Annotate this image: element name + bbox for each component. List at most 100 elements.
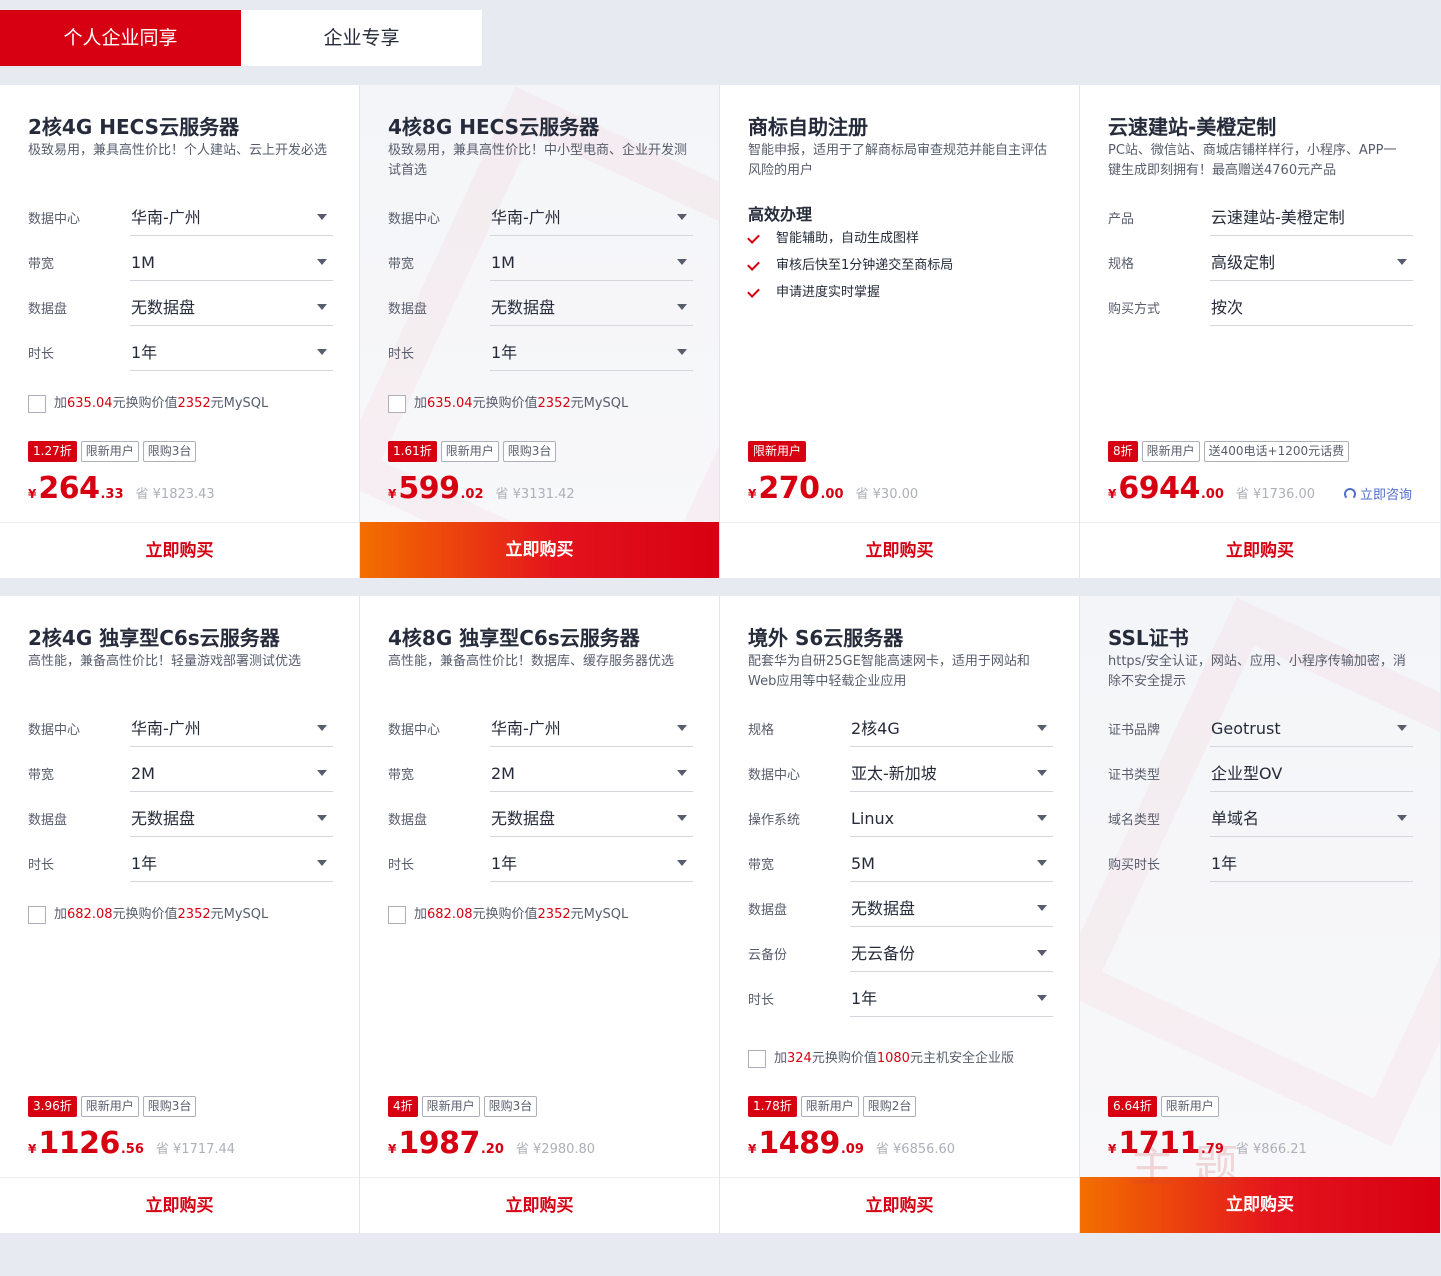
bandwidth-select[interactable]: 带宽 1M	[28, 245, 333, 281]
limit-badge: 限购3台	[483, 1096, 538, 1117]
datadisk-select[interactable]: 数据盘 无数据盘	[388, 290, 693, 326]
checkbox-box[interactable]	[388, 906, 406, 924]
bandwidth-select[interactable]: 带宽 2M	[28, 756, 333, 792]
field-value[interactable]: 华南-广州	[490, 711, 693, 747]
bandwidth-select[interactable]: 带宽 1M	[388, 245, 693, 281]
price-decimal: .33	[100, 487, 124, 502]
field-value[interactable]: 2M	[130, 756, 333, 792]
field-value[interactable]: 1年	[130, 846, 333, 882]
field-label: 带宽	[28, 768, 55, 783]
field-value[interactable]: 亚太-新加坡	[850, 756, 1053, 792]
addon-text: 加324元换购价值1080元主机安全企业版	[774, 1051, 1014, 1066]
buy-now-button[interactable]: 立即购买	[0, 522, 359, 578]
checkbox-box[interactable]	[388, 395, 406, 413]
os-select[interactable]: 操作系统 Linux	[748, 801, 1053, 837]
bandwidth-select[interactable]: 带宽 2M	[388, 756, 693, 792]
duration-select[interactable]: 时长 1年	[748, 981, 1053, 1017]
card-title: 商标自助注册	[748, 115, 868, 139]
field-label: 域名类型	[1108, 813, 1161, 828]
datacenter-select[interactable]: 数据中心 华南-广州	[388, 711, 693, 747]
product-card-trademark: 商标自助注册 智能申报，适用于了解商标局审查规范并能自主评估风险的用户 高效办理…	[720, 85, 1080, 578]
field-label: 时长	[748, 993, 775, 1008]
discount-badge: 4折	[388, 1096, 418, 1117]
duration-select[interactable]: 时长 1年	[28, 846, 333, 882]
field-value[interactable]: 1年	[850, 981, 1053, 1017]
field-value[interactable]: 1年	[490, 335, 693, 371]
field-value[interactable]: Linux	[850, 801, 1053, 837]
datacenter-select[interactable]: 数据中心 亚太-新加坡	[748, 756, 1053, 792]
field-value[interactable]: 1年	[490, 846, 693, 882]
chevron-down-icon	[1037, 770, 1047, 776]
spec-select[interactable]: 规格 2核4G	[748, 711, 1053, 747]
field-value[interactable]: Geotrust	[1210, 711, 1413, 747]
bandwidth-select[interactable]: 带宽 5M	[748, 846, 1053, 882]
field-value[interactable]: 高级定制	[1210, 245, 1413, 281]
field-label: 购买时长	[1108, 858, 1161, 873]
datadisk-select[interactable]: 数据盘 无数据盘	[28, 290, 333, 326]
datadisk-select[interactable]: 数据盘 无数据盘	[388, 801, 693, 837]
datacenter-select[interactable]: 数据中心 华南-广州	[388, 200, 693, 236]
checkbox-box[interactable]	[28, 395, 46, 413]
field-value[interactable]: 华南-广州	[490, 200, 693, 236]
buy-now-button[interactable]: 立即购买	[0, 1177, 359, 1233]
discount-badge: 1.61折	[388, 441, 437, 462]
datacenter-select[interactable]: 数据中心 华南-广州	[28, 200, 333, 236]
cert-type-field: 证书类型 企业型OV	[1108, 756, 1413, 792]
checkbox-box[interactable]	[748, 1050, 766, 1068]
tab-enterprise-only[interactable]: 企业专享	[241, 10, 482, 66]
field-value: 企业型OV	[1210, 756, 1413, 792]
datadisk-select[interactable]: 数据盘 无数据盘	[28, 801, 333, 837]
tab-personal-enterprise[interactable]: 个人企业同享	[0, 10, 241, 66]
buy-now-button[interactable]: 立即购买	[720, 1177, 1079, 1233]
currency-symbol: ¥	[388, 1142, 397, 1156]
card-title: 4核8G HECS云服务器	[388, 115, 600, 139]
checkbox-box[interactable]	[28, 906, 46, 924]
buy-now-button[interactable]: 立即购买	[720, 522, 1079, 578]
field-value-text: 1年	[491, 343, 518, 362]
field-value[interactable]: 5M	[850, 846, 1053, 882]
datadisk-select[interactable]: 数据盘 无数据盘	[748, 891, 1053, 927]
spec-select[interactable]: 规格 高级定制	[1108, 245, 1413, 281]
field-value[interactable]: 无数据盘	[850, 891, 1053, 927]
field-value[interactable]: 1M	[130, 245, 333, 281]
field-value-text: 2核4G	[851, 719, 900, 738]
field-value[interactable]: 1M	[490, 245, 693, 281]
save-amount: 省 ¥1823.43	[135, 487, 215, 502]
field-value-text: Linux	[851, 809, 895, 828]
field-label: 购买方式	[1108, 302, 1161, 317]
duration-select[interactable]: 时长 1年	[388, 846, 693, 882]
domain-type-select[interactable]: 域名类型 单域名	[1108, 801, 1413, 837]
field-value[interactable]: 1年	[130, 335, 333, 371]
field-label: 带宽	[388, 768, 415, 783]
card-title: 4核8G 独享型C6s云服务器	[388, 626, 640, 650]
field-value[interactable]: 2核4G	[850, 711, 1053, 747]
datacenter-select[interactable]: 数据中心 华南-广州	[28, 711, 333, 747]
duration-select[interactable]: 时长 1年	[28, 335, 333, 371]
field-value[interactable]: 无云备份	[850, 936, 1053, 972]
field-value[interactable]: 华南-广州	[130, 200, 333, 236]
field-value[interactable]: 2M	[490, 756, 693, 792]
cert-brand-select[interactable]: 证书品牌 Geotrust	[1108, 711, 1413, 747]
field-value[interactable]: 无数据盘	[130, 801, 333, 837]
price-decimal: .00	[1200, 487, 1224, 502]
badge-row: 1.27折 限新用户 限购3台	[28, 441, 197, 462]
field-value[interactable]: 无数据盘	[490, 290, 693, 326]
new-user-badge: 限新用户	[80, 1096, 139, 1117]
chevron-down-icon	[677, 770, 687, 776]
badge-row: 8折 限新用户 送400电话+1200元话费	[1108, 441, 1350, 462]
duration-select[interactable]: 时长 1年	[388, 335, 693, 371]
backup-select[interactable]: 云备份 无云备份	[748, 936, 1053, 972]
currency-symbol: ¥	[748, 487, 757, 501]
new-user-badge: 限新用户	[748, 441, 807, 462]
field-value[interactable]: 无数据盘	[130, 290, 333, 326]
field-value-text: 华南-广州	[131, 719, 201, 738]
price-decimal: .56	[120, 1142, 144, 1157]
buy-now-button[interactable]: 立即购买	[1080, 522, 1440, 578]
chevron-down-icon	[677, 214, 687, 220]
buy-now-button[interactable]: 立即购买	[360, 522, 719, 578]
field-value[interactable]: 无数据盘	[490, 801, 693, 837]
buy-now-button[interactable]: 立即购买	[360, 1177, 719, 1233]
field-value[interactable]: 华南-广州	[130, 711, 333, 747]
field-value[interactable]: 单域名	[1210, 801, 1413, 837]
consult-link[interactable]: 立即咨询	[1343, 484, 1412, 503]
